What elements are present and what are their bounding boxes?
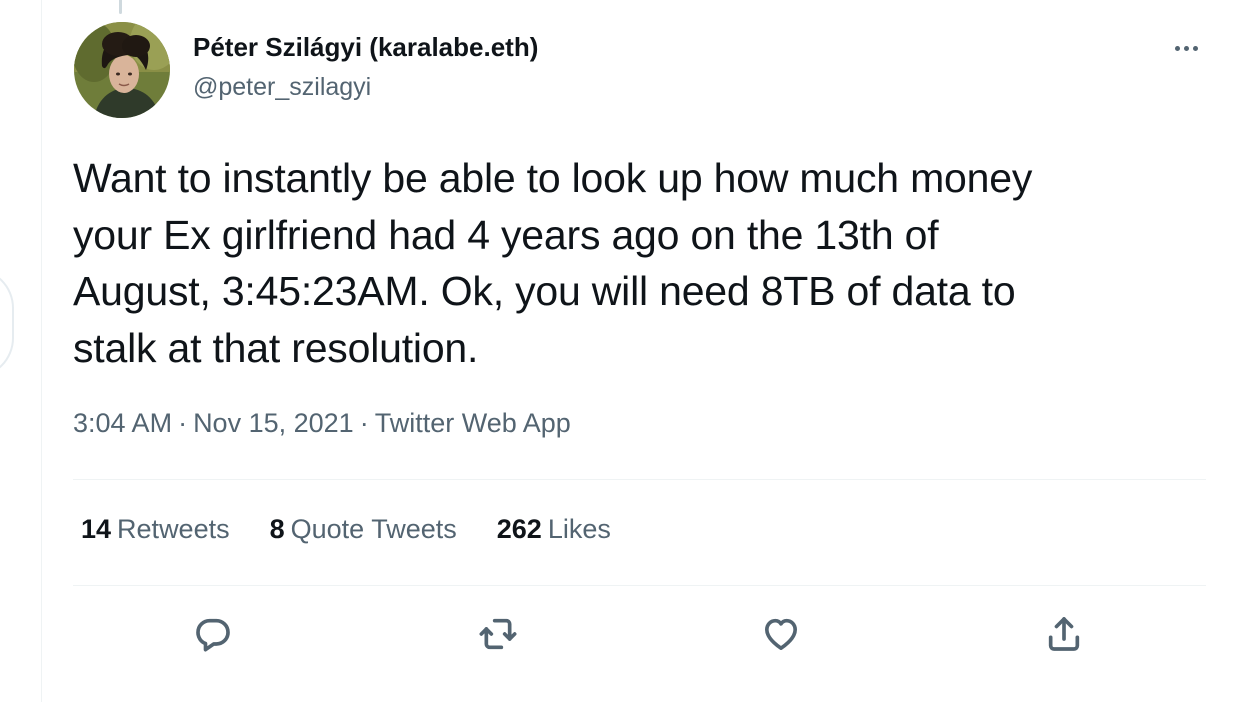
- author-name[interactable]: Péter Szilágyi (karalabe.eth): [193, 32, 538, 63]
- avatar[interactable]: [74, 22, 170, 118]
- quote-tweets-label: Quote Tweets: [290, 514, 457, 544]
- tweet-detail: Péter Szilágyi (karalabe.eth) @peter_szi…: [0, 0, 1248, 702]
- meta-separator: ·: [359, 408, 369, 438]
- more-horizontal-icon: [1174, 45, 1180, 51]
- quote-tweets-count: 8: [269, 514, 285, 544]
- tweet-meta: 3:04 AM · Nov 15, 2021 · Twitter Web App: [73, 408, 571, 439]
- retweet-button[interactable]: [476, 612, 520, 656]
- tweet-text-line: Want to instantly be able to look up how…: [73, 155, 1033, 201]
- edge-decoration: [0, 268, 14, 378]
- tweet-text: Want to instantly be able to look up how…: [73, 150, 1203, 376]
- tweet-text-line: August, 3:45:23AM. Ok, you will need 8TB…: [73, 268, 1016, 314]
- likes-label: Likes: [547, 514, 611, 544]
- tweet-time[interactable]: 3:04 AM: [73, 408, 172, 438]
- avatar-image: [74, 22, 170, 118]
- retweets-count: 14: [81, 514, 112, 544]
- retweets-label: Retweets: [117, 514, 230, 544]
- meta-separator: ·: [178, 408, 188, 438]
- share-icon: [1048, 617, 1080, 651]
- heart-icon: [765, 618, 797, 650]
- more-horizontal-icon-dot: [1192, 45, 1198, 51]
- thread-connector: [119, 0, 122, 14]
- tweet-stats: 14 Retweets 8 Quote Tweets 262 Likes: [81, 514, 651, 545]
- tweet-source[interactable]: Twitter Web App: [375, 408, 571, 438]
- reply-icon: [196, 618, 230, 652]
- likes-count: 262: [496, 514, 542, 544]
- likes-stat[interactable]: 262 Likes: [497, 514, 611, 545]
- retweet-icon: [479, 618, 517, 650]
- author-handle[interactable]: @peter_szilagyi: [193, 73, 371, 102]
- more-horizontal-icon-dot: [1183, 45, 1189, 51]
- more-options-button[interactable]: [1166, 34, 1206, 62]
- column-border: [41, 0, 42, 702]
- retweets-stat[interactable]: 14 Retweets: [81, 514, 230, 545]
- share-button[interactable]: [1042, 612, 1086, 656]
- divider: [73, 479, 1206, 480]
- like-button[interactable]: [759, 612, 803, 656]
- divider: [73, 585, 1206, 586]
- quote-tweets-stat[interactable]: 8 Quote Tweets: [270, 514, 457, 545]
- tweet-text-line: stalk at that resolution.: [73, 324, 479, 371]
- tweet-text-line: your Ex girlfriend had 4 years ago on th…: [73, 211, 939, 258]
- reply-button[interactable]: [191, 612, 235, 656]
- tweet-date[interactable]: Nov 15, 2021: [193, 408, 354, 438]
